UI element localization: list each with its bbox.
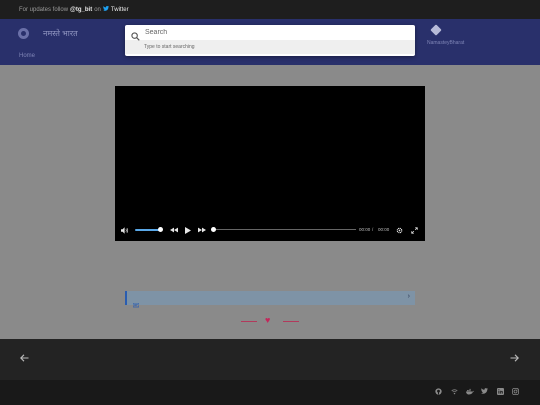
nav-item-home[interactable]: Home xyxy=(19,53,35,59)
volume-slider-handle[interactable] xyxy=(158,227,163,232)
announcement-on: on xyxy=(94,6,101,13)
search-dialog: Type to start searching xyxy=(125,25,415,56)
git-icon[interactable] xyxy=(430,24,442,36)
top-announcement-bar: For updates follow @tg_bit on Twitter xyxy=(0,0,540,19)
volume-icon[interactable] xyxy=(121,227,129,236)
wifi-icon[interactable] xyxy=(451,388,458,397)
twitter-link[interactable]: Twitter xyxy=(111,7,129,13)
post-navigation xyxy=(0,339,540,380)
site-logo-icon[interactable] xyxy=(18,28,29,39)
search-input[interactable] xyxy=(145,29,405,36)
twitter-handle-link[interactable]: @tg_bit xyxy=(70,7,92,13)
video-player[interactable]: 00:00 / 00:00 xyxy=(115,86,425,241)
twitter-icon[interactable] xyxy=(481,388,488,396)
progress-bar-track[interactable] xyxy=(213,229,356,230)
fullscreen-icon[interactable] xyxy=(411,227,418,236)
rewind-icon[interactable] xyxy=(170,227,178,235)
comments-toggle-bar[interactable]: › xyxy=(125,291,415,308)
divider-line-left xyxy=(241,321,257,322)
time-separator: / xyxy=(372,227,374,232)
video-controls: 00:00 / 00:00 xyxy=(115,224,425,236)
instagram-icon[interactable] xyxy=(512,388,519,397)
divider-line-right xyxy=(283,321,299,322)
progress-bar-handle[interactable] xyxy=(211,227,216,232)
linkedin-icon[interactable] xyxy=(497,388,504,397)
search-icon xyxy=(131,28,141,41)
chevron-right-icon: › xyxy=(407,293,410,300)
play-icon[interactable] xyxy=(185,227,191,236)
site-footer xyxy=(0,380,540,405)
repo-link[interactable]: NamasteyBharat xyxy=(427,40,464,46)
duration: 00:00 xyxy=(378,227,390,232)
arrow-left-icon[interactable] xyxy=(20,354,29,365)
announcement-prefix: For updates follow xyxy=(19,6,69,13)
twitter-icon xyxy=(102,6,109,13)
arrow-right-icon[interactable] xyxy=(510,354,519,365)
search-hint: Type to start searching xyxy=(125,40,415,54)
fast-forward-icon[interactable] xyxy=(198,227,206,235)
site-title[interactable]: नमस्ते भारत xyxy=(43,28,78,39)
comment-icon xyxy=(132,295,140,308)
volume-slider-track[interactable] xyxy=(135,229,160,231)
settings-gear-icon[interactable] xyxy=(396,227,403,236)
search-row xyxy=(125,25,415,41)
docker-icon[interactable] xyxy=(466,388,474,397)
current-time: 00:00 xyxy=(359,227,371,232)
heart-icon: ♥ xyxy=(265,315,271,325)
github-icon[interactable] xyxy=(435,388,442,397)
